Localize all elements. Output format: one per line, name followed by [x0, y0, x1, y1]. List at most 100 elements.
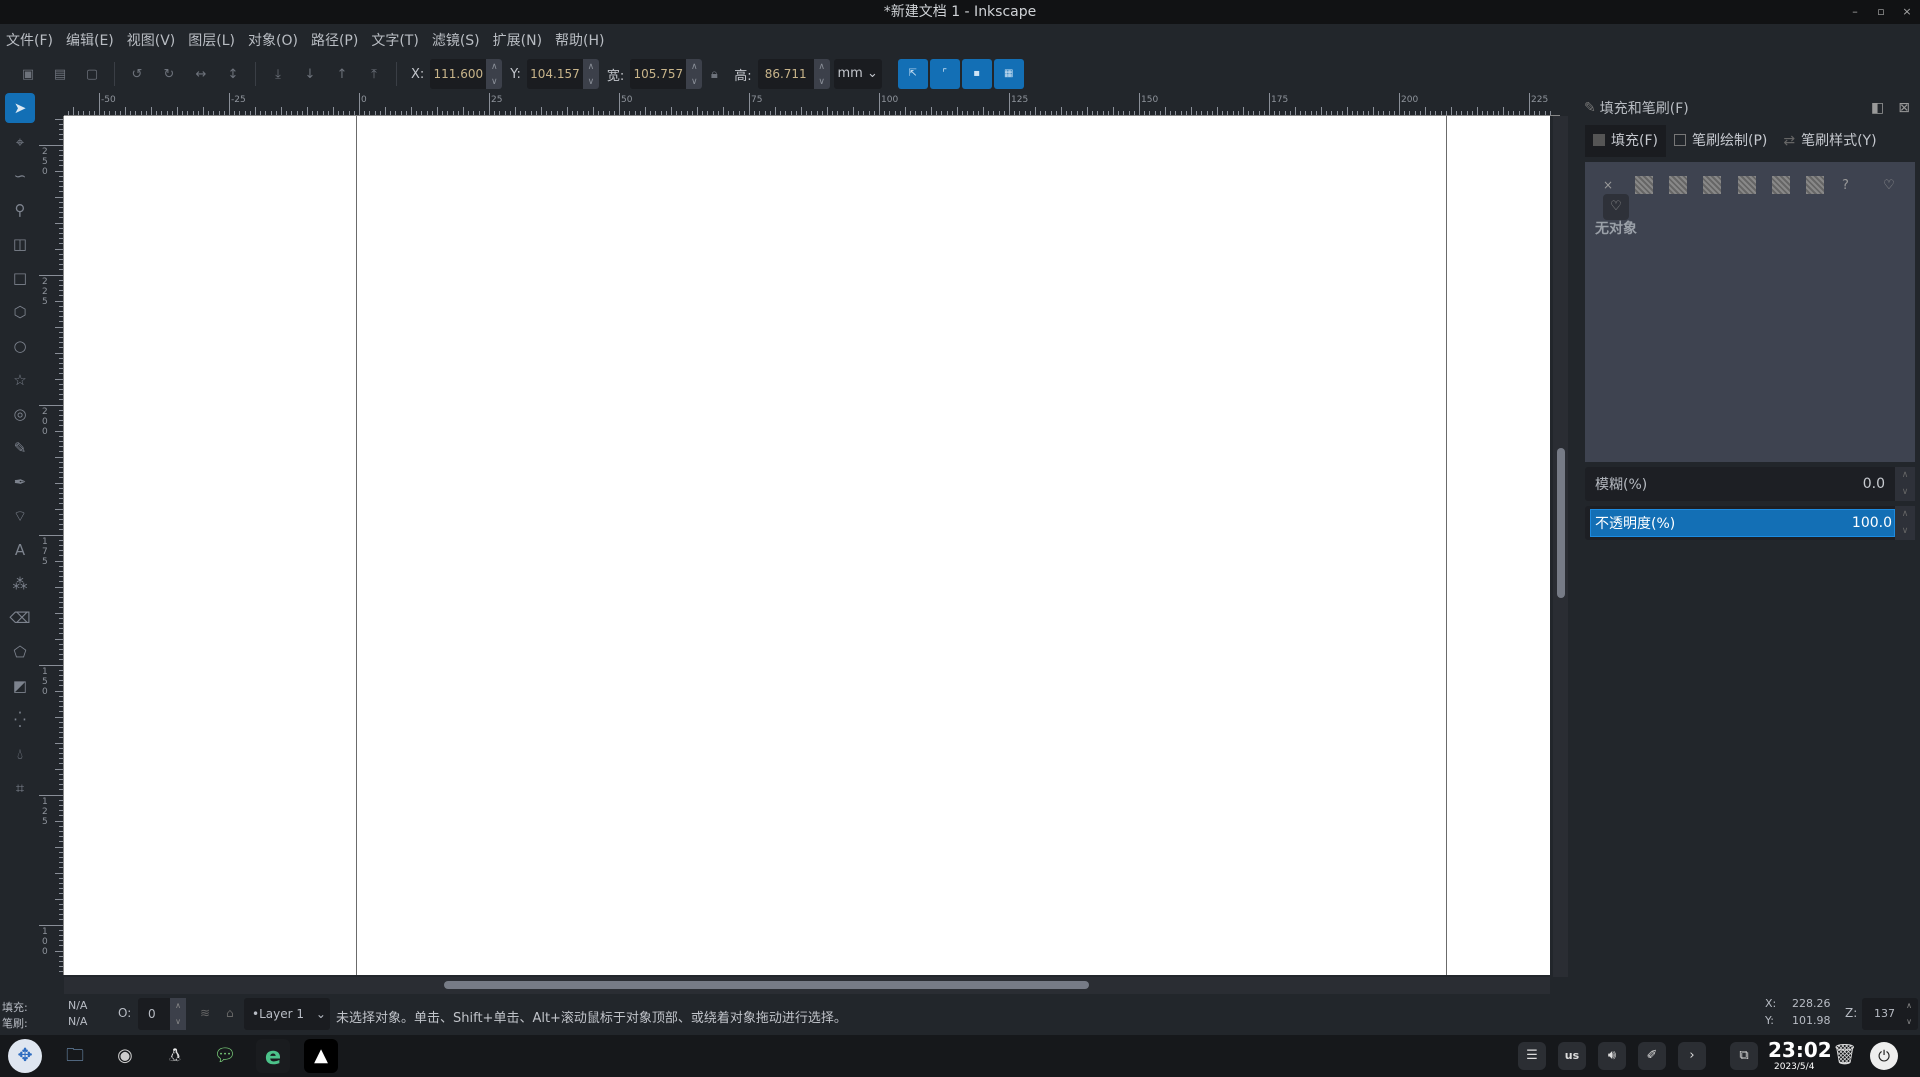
menu-layer[interactable]: 图层(L) — [188, 30, 235, 50]
y-field[interactable]: ∧∨ — [526, 59, 599, 89]
volume-icon[interactable]: 🔊︎ — [1598, 1042, 1626, 1070]
fill-rule-nonzero-icon[interactable]: ♡ — [1603, 194, 1629, 220]
lock-icon[interactable]: 🔒︎ — [702, 67, 726, 82]
opacity-status-stepper[interactable]: ∧ ∨ — [170, 998, 186, 1030]
3d-box-tool-icon[interactable]: ⬡ — [5, 297, 35, 327]
clipboard-icon[interactable]: ☰ — [1518, 1042, 1546, 1070]
deselect-icon[interactable]: ▢ — [76, 67, 108, 82]
raise-icon[interactable]: ↑ — [326, 67, 358, 82]
close-button[interactable]: × — [1896, 0, 1918, 24]
maximize-button[interactable]: ▫ — [1870, 0, 1892, 24]
paint-bucket-tool-icon[interactable]: ⬠ — [5, 637, 35, 667]
transform-patterns-button[interactable]: ▦ — [993, 59, 1024, 89]
flat-color-icon[interactable] — [1635, 176, 1654, 194]
qq-icon[interactable]: 🐧︎ — [158, 1039, 192, 1073]
panel-close-icon[interactable]: ⊠ — [1898, 100, 1910, 116]
height-stepper[interactable]: ∧ ∨ — [813, 59, 830, 89]
menu-file[interactable]: 文件(F) — [6, 30, 53, 50]
tweak-tool-icon[interactable]: ∽ — [5, 161, 35, 191]
connector-tool-icon[interactable]: ⌗ — [5, 773, 35, 803]
calligraphy-tool-icon[interactable]: ⌔ — [5, 501, 35, 531]
ellipse-tool-icon[interactable]: ○ — [5, 331, 35, 361]
zoom-field[interactable]: 137 ∧ ∨ — [1862, 998, 1918, 1030]
zoom-value[interactable]: 137 — [1874, 1007, 1895, 1020]
tab-fill[interactable]: 填充(F) — [1585, 125, 1666, 157]
minimize-button[interactable]: – — [1844, 0, 1866, 24]
menu-object[interactable]: 对象(O) — [248, 30, 298, 50]
mesh-tool-icon[interactable]: ⁛ — [5, 705, 35, 735]
unit-select[interactable]: mm ⌄ — [833, 59, 882, 89]
fill-value[interactable]: N/A — [68, 999, 87, 1012]
transform-gradients-button[interactable]: ▪ — [961, 59, 992, 89]
menu-extensions[interactable]: 扩展(N) — [493, 30, 542, 50]
width-input[interactable] — [630, 59, 687, 89]
clock-time[interactable]: 23:02 — [1768, 1038, 1832, 1062]
width-field[interactable]: ∧∨ — [630, 59, 703, 89]
wechat-icon[interactable]: 💬︎ — [208, 1039, 242, 1073]
height-field[interactable]: ∧∨ — [757, 59, 830, 89]
horizontal-scrollbar[interactable] — [64, 977, 1550, 994]
inkscape-icon[interactable]: ▲ — [304, 1039, 338, 1073]
height-input[interactable] — [757, 59, 814, 89]
tab-stroke-paint[interactable]: 笔刷绘制(P) — [1666, 125, 1775, 157]
menu-view[interactable]: 视图(V) — [127, 30, 176, 50]
dropper-tool-icon[interactable]: 💧︎ — [5, 739, 35, 769]
x-input[interactable] — [430, 59, 487, 89]
select-all-icon[interactable]: ▣ — [12, 67, 44, 82]
y-input[interactable] — [526, 59, 583, 89]
opacity-field[interactable]: 不透明度(%) 100.0 ∧ ∨ — [1585, 506, 1915, 540]
no-paint-icon[interactable]: × — [1603, 178, 1613, 192]
menu-path[interactable]: 路径(P) — [311, 30, 358, 50]
panel-dock-icon[interactable]: ◧ — [1871, 100, 1884, 116]
screenshot-app-icon[interactable]: ◉ — [108, 1039, 142, 1073]
spiral-tool-icon[interactable]: ◎ — [5, 399, 35, 429]
opacity-status-value[interactable]: 0 — [148, 1007, 156, 1021]
text-tool-icon[interactable]: A — [5, 535, 35, 565]
x-field[interactable]: ∧∨ — [430, 59, 503, 89]
pen-tool-icon[interactable]: ✒ — [5, 467, 35, 497]
lower-icon[interactable]: ↓ — [294, 67, 326, 82]
blur-field[interactable]: 模糊(%) 0.0 ∧ ∨ — [1585, 467, 1915, 501]
x-stepper[interactable]: ∧ ∨ — [486, 59, 503, 89]
mesh-gradient-icon[interactable] — [1737, 176, 1756, 194]
rectangle-tool-icon[interactable]: □ — [5, 263, 35, 293]
expand-tray-icon[interactable]: › — [1678, 1042, 1706, 1070]
tab-stroke-style[interactable]: ⇄ 笔刷样式(Y) — [1775, 125, 1884, 157]
width-stepper[interactable]: ∧ ∨ — [686, 59, 703, 89]
zoom-tool-icon[interactable]: ⚲ — [5, 195, 35, 225]
stroke-value[interactable]: N/A — [68, 1015, 87, 1028]
scale-stroke-button[interactable]: ⇱ — [897, 59, 928, 89]
star-tool-icon[interactable]: ☆ — [5, 365, 35, 395]
rotate-ccw-icon[interactable]: ↺ — [121, 67, 153, 82]
lower-to-bottom-icon[interactable]: ⤓ — [262, 67, 294, 82]
y-stepper[interactable]: ∧ ∨ — [582, 59, 599, 89]
horizontal-scroll-thumb[interactable] — [444, 981, 1089, 989]
selector-tool-icon[interactable]: ➤ — [5, 93, 35, 123]
node-tool-icon[interactable]: ⌖ — [5, 127, 35, 157]
screen-capture-icon[interactable]: ⧉ — [1730, 1042, 1758, 1070]
opacity-slider[interactable]: 不透明度(%) 100.0 — [1590, 509, 1895, 537]
select-all-layers-icon[interactable]: ▤ — [44, 67, 76, 82]
hide-layer-icon[interactable]: ≋ — [200, 1006, 210, 1020]
pencil-tool-icon[interactable]: ✎ — [5, 433, 35, 463]
radial-gradient-icon[interactable] — [1703, 176, 1722, 194]
unset-paint-icon[interactable]: ? — [1842, 178, 1849, 193]
raise-to-top-icon[interactable]: ⤒ — [358, 67, 390, 82]
canvas[interactable] — [64, 116, 1550, 975]
browser-icon[interactable]: e — [256, 1039, 290, 1073]
horizontal-ruler[interactable]: -50 -25 0 25 50 75 100 125 150 175 200 225 — [64, 93, 1560, 116]
scale-corners-button[interactable]: ⌜ — [929, 59, 960, 89]
spray-tool-icon[interactable]: ⁂ — [5, 569, 35, 599]
flip-vertical-icon[interactable]: ↕ — [217, 67, 249, 82]
opacity-status-field[interactable]: 0 ∧ ∨ — [138, 998, 186, 1030]
lock-layer-icon[interactable]: ⌂ — [226, 1006, 234, 1020]
clock-date[interactable]: 2023/5/4 — [1774, 1062, 1814, 1072]
menu-text[interactable]: 文字(T) — [371, 30, 418, 50]
launcher-icon[interactable]: ✥ — [8, 1039, 42, 1073]
zoom-stepper[interactable]: ∧ ∨ — [1902, 998, 1916, 1030]
opacity-stepper[interactable]: ∧ ∨ — [1895, 506, 1915, 540]
trash-icon[interactable]: 🗑︎ — [1832, 1042, 1857, 1066]
eraser-tool-icon[interactable]: ⌫ — [5, 603, 35, 633]
vertical-scrollbar[interactable] — [1553, 116, 1568, 977]
gradient-tool-icon[interactable]: ◩ — [5, 671, 35, 701]
